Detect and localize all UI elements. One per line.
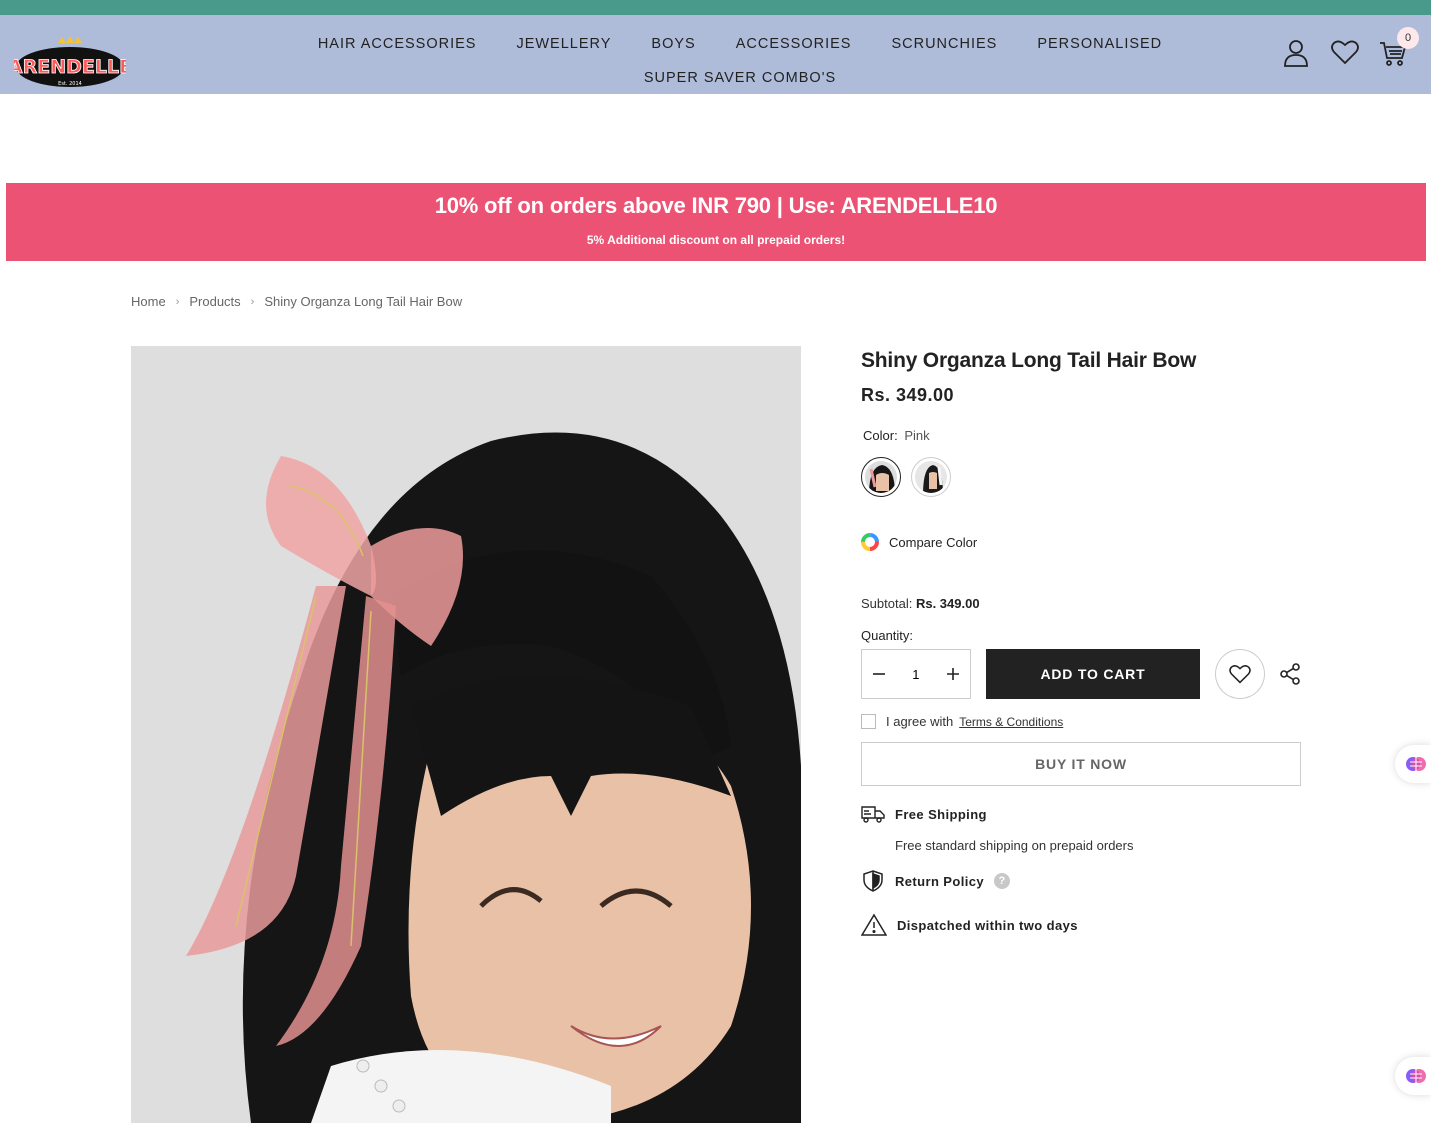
brain-icon xyxy=(1406,1069,1426,1083)
nav-item-hair-accessories[interactable]: HAIR ACCESSORIES xyxy=(318,36,477,52)
subtotal: Subtotal: Rs. 349.00 xyxy=(861,596,1301,611)
main-nav: HAIR ACCESSORIES JEWELLERY BOYS ACCESSOR… xyxy=(318,27,1162,95)
breadcrumb-current: Shiny Organza Long Tail Hair Bow xyxy=(264,294,463,309)
share-icon[interactable] xyxy=(1279,663,1301,685)
dispatch-title: Dispatched within two days xyxy=(897,917,1078,933)
nav-row-2: SUPER SAVER COMBO'S xyxy=(320,61,1160,95)
product-main-image[interactable] xyxy=(131,346,801,1123)
product-title: Shiny Organza Long Tail Hair Bow xyxy=(861,349,1197,372)
svg-text:ARENDELLE: ARENDELLE xyxy=(14,56,126,78)
feature-shipping: Free Shipping Free standard shipping on … xyxy=(861,804,1301,853)
user-icon[interactable] xyxy=(1283,39,1309,67)
add-to-wishlist-button[interactable] xyxy=(1215,649,1265,699)
truck-icon xyxy=(861,806,885,823)
color-selector-label: Color: Pink xyxy=(863,428,1301,443)
product-info-panel: Shiny Organza Long Tail Hair Bow Rs. 349… xyxy=(861,346,1301,937)
chevron-right-icon: › xyxy=(175,295,180,308)
color-value: Pink xyxy=(904,428,930,443)
buy-it-now-button[interactable]: BUY IT NOW xyxy=(861,742,1301,786)
shipping-title: Free Shipping xyxy=(895,806,987,822)
product-price: Rs. 349.00 xyxy=(861,385,955,405)
purchase-row: ADD TO CART xyxy=(861,649,1301,699)
swatch-thumbnail xyxy=(865,461,897,493)
swatch-pink[interactable] xyxy=(861,457,901,497)
cart-count-badge: 0 xyxy=(1397,27,1419,49)
quantity-input[interactable] xyxy=(900,666,931,682)
terms-agreement: I agree with Terms & Conditions xyxy=(861,714,1301,729)
nav-item-boys[interactable]: BOYS xyxy=(651,36,695,52)
warning-icon xyxy=(861,913,887,936)
color-wheel-icon xyxy=(861,533,879,551)
nav-item-personalised[interactable]: PERSONALISED xyxy=(1037,36,1162,52)
compare-color-link[interactable]: Compare Color xyxy=(861,533,1301,551)
feature-dispatch: Dispatched within two days xyxy=(861,913,1301,937)
terms-link[interactable]: Terms & Conditions xyxy=(959,715,1063,729)
quantity-label: Quantity: xyxy=(861,628,914,643)
question-icon[interactable]: ? xyxy=(994,873,1010,889)
feature-return-policy: Return Policy ? xyxy=(861,869,1301,893)
compare-color-label: Compare Color xyxy=(889,534,978,550)
breadcrumb-home[interactable]: Home xyxy=(131,294,166,309)
shipping-subtext: Free standard shipping on prepaid orders xyxy=(895,838,1134,853)
svg-text:Est. 2014: Est. 2014 xyxy=(58,81,82,87)
nav-item-scrunchies[interactable]: SCRUNCHIES xyxy=(891,36,997,52)
header-icons: 0 xyxy=(1283,27,1419,67)
brain-icon xyxy=(1406,757,1426,771)
brand-logo[interactable]: ARENDELLE Est. 2014 xyxy=(8,35,132,91)
return-policy-title: Return Policy xyxy=(895,873,984,889)
promo-headline: 10% off on orders above INR 790 | Use: A… xyxy=(434,193,998,218)
nav-row-1: HAIR ACCESSORIES JEWELLERY BOYS ACCESSOR… xyxy=(318,27,1162,61)
shield-icon xyxy=(863,870,883,892)
heart-icon[interactable] xyxy=(1331,39,1359,67)
breadcrumb-products[interactable]: Products xyxy=(189,294,240,309)
color-label: Color: xyxy=(863,428,898,443)
chevron-right-icon: › xyxy=(250,295,255,308)
assistant-widget-bottom[interactable] xyxy=(1395,1057,1431,1095)
swatch-thumbnail xyxy=(915,461,947,493)
heart-icon xyxy=(1229,665,1251,684)
cart-icon[interactable]: 0 xyxy=(1379,27,1419,67)
feature-shipping-title-row: Free Shipping xyxy=(861,804,1301,824)
assistant-widget[interactable] xyxy=(1395,745,1431,783)
top-announcement-strip xyxy=(0,0,1431,15)
subtotal-value: Rs. 349.00 xyxy=(915,596,980,611)
color-swatches xyxy=(861,457,1301,497)
site-header: ARENDELLE Est. 2014 HAIR ACCESSORIES JEW… xyxy=(0,15,1431,94)
agree-text: I agree with xyxy=(886,714,954,729)
minus-icon[interactable] xyxy=(870,665,888,683)
breadcrumb: Home › Products › Shiny Organza Long Tai… xyxy=(131,294,462,309)
quantity-stepper xyxy=(861,649,971,699)
plus-icon[interactable] xyxy=(944,665,962,683)
subtotal-label: Subtotal: xyxy=(861,596,913,611)
terms-checkbox[interactable] xyxy=(861,714,876,729)
nav-item-super-saver-combos[interactable]: SUPER SAVER COMBO'S xyxy=(644,70,836,86)
nav-item-accessories[interactable]: ACCESSORIES xyxy=(736,36,852,52)
promo-subtext: 5% Additional discount on all prepaid or… xyxy=(586,233,846,247)
swatch-alt[interactable] xyxy=(911,457,951,497)
promo-banner: 10% off on orders above INR 790 | Use: A… xyxy=(6,183,1426,261)
nav-item-jewellery[interactable]: JEWELLERY xyxy=(516,36,611,52)
add-to-cart-button[interactable]: ADD TO CART xyxy=(985,649,1201,699)
